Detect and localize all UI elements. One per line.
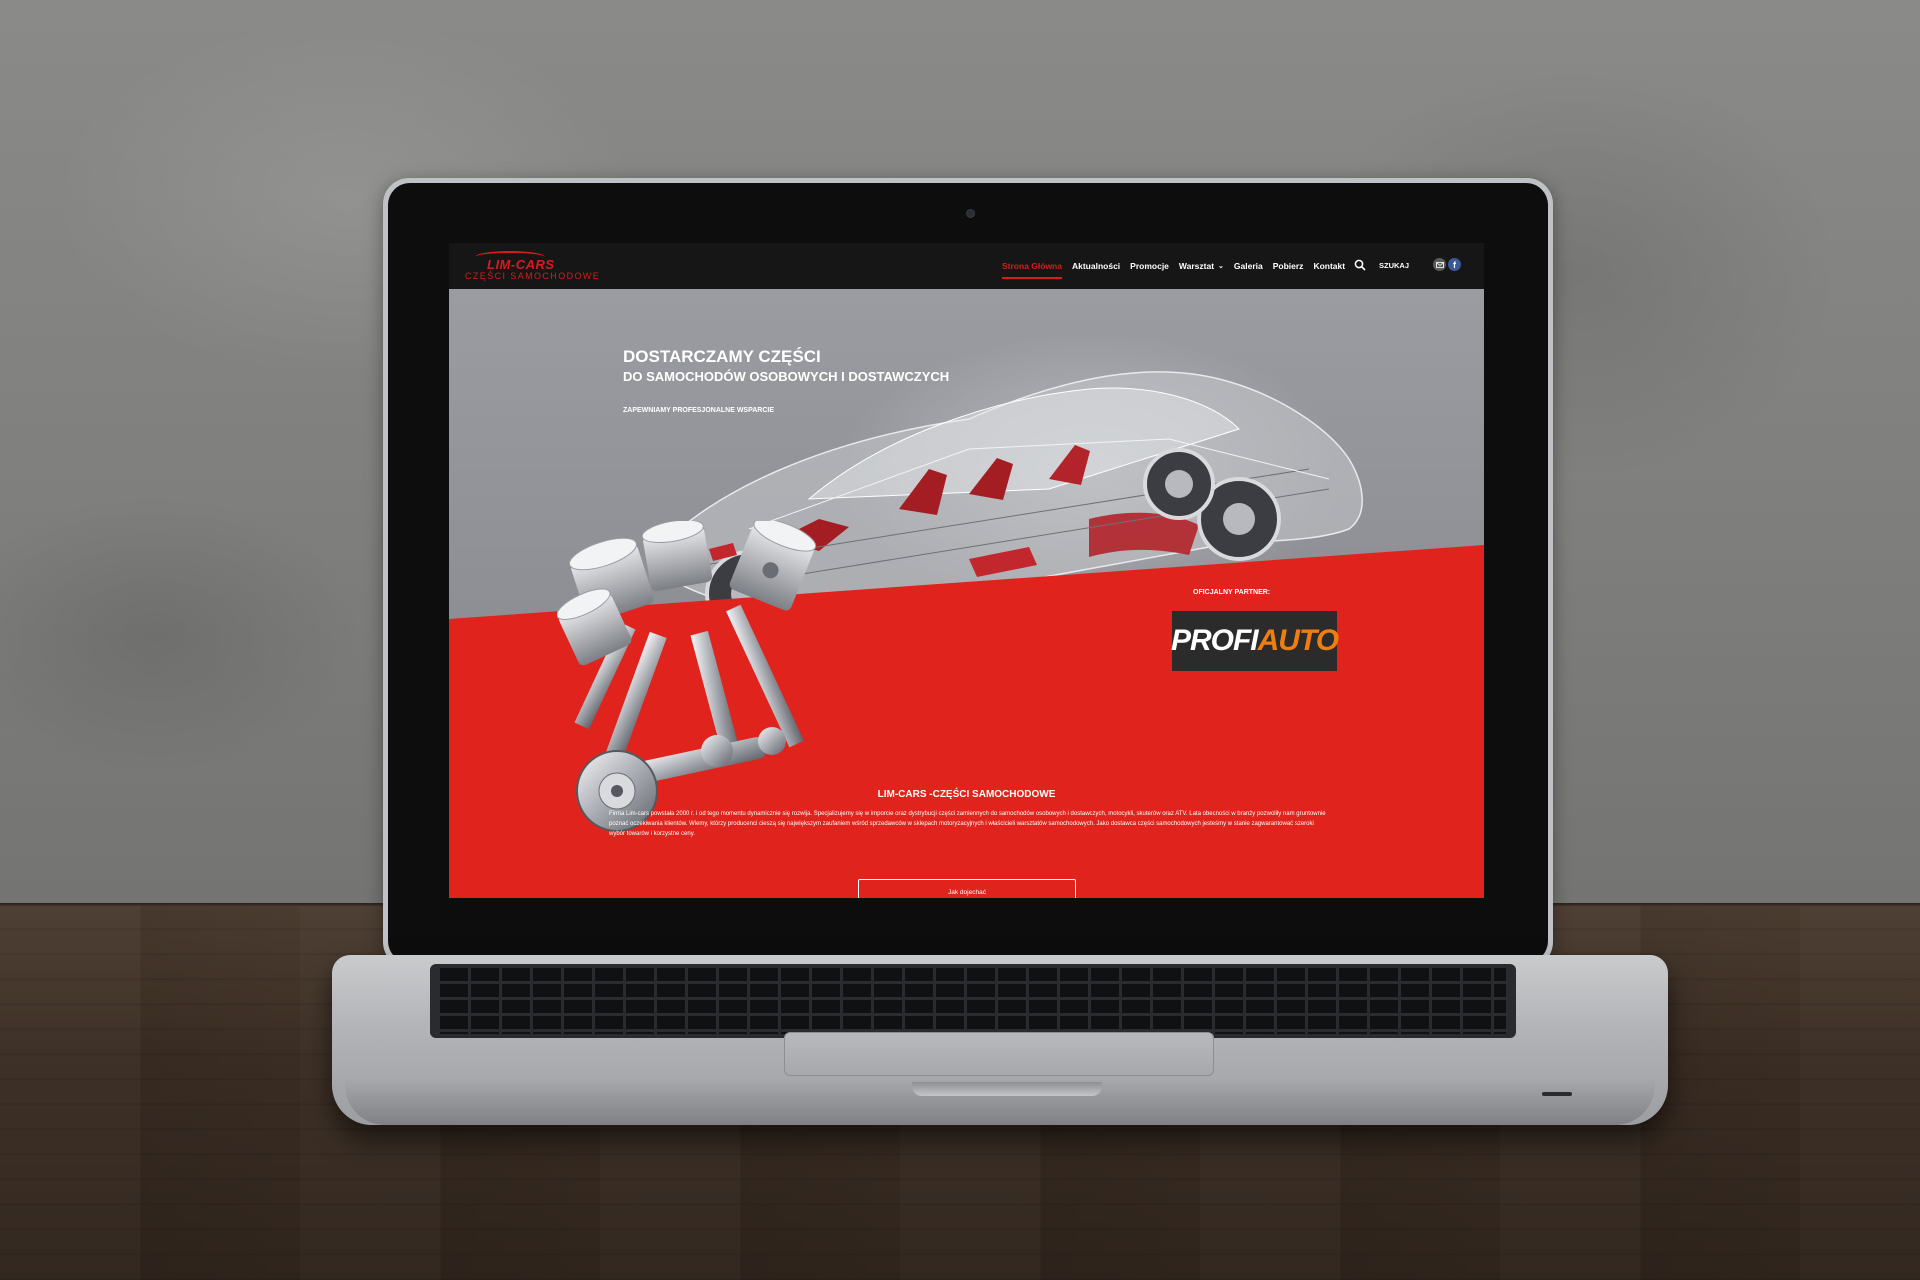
about-title: LIM-CARS -CZĘŚCI SAMOCHODOWE xyxy=(877,789,1056,800)
nav-gallery[interactable]: Galeria xyxy=(1234,243,1263,289)
directions-button[interactable]: Jak dojechać xyxy=(858,879,1076,898)
site-logo[interactable]: LIM-CARS CZĘŚCI SAMOCHODOWE xyxy=(465,249,599,285)
keyboard-keys xyxy=(440,968,1506,1034)
nav-workshop-label: Warsztat xyxy=(1178,261,1215,271)
site-navbar: LIM-CARS CZĘŚCI SAMOCHODOWE Strona Główn… xyxy=(449,243,1484,289)
engine-pistons-illustration xyxy=(557,521,817,832)
nav-news[interactable]: Aktualności xyxy=(1072,243,1120,289)
logo-subtitle: CZĘŚCI SAMOCHODOWE xyxy=(465,271,601,281)
main-menu: Strona Główna Aktualności Promocje Warsz… xyxy=(1002,243,1355,289)
partner-logo-part-a: PROFI xyxy=(1170,624,1259,657)
trackpad xyxy=(784,1032,1214,1076)
search-icon[interactable] xyxy=(1353,258,1367,272)
nav-workshop[interactable]: Warsztat ⌄ xyxy=(1179,243,1224,289)
hero-section: DOSTARCZAMY CZĘŚCI DO SAMOCHODÓW OSOBOWY… xyxy=(449,289,1484,898)
logo-name: LIM-CARS xyxy=(487,257,555,272)
lid-notch xyxy=(912,1082,1102,1096)
nav-promotions[interactable]: Promocje xyxy=(1130,243,1169,289)
status-led xyxy=(1542,1092,1572,1096)
hero-headline: DOSTARCZAMY CZĘŚCI xyxy=(623,347,821,366)
website-screen: DOSTARCZAMY CZĘŚCI DO SAMOCHODÓW OSOBOWY… xyxy=(449,243,1484,898)
mail-icon[interactable] xyxy=(1433,258,1446,271)
partner-logo-part-b: AUTO xyxy=(1257,624,1339,657)
about-text: Firma Lim-cars powstała 2000 r. i od teg… xyxy=(609,811,1326,837)
facebook-icon[interactable]: f xyxy=(1448,258,1461,271)
nav-downloads[interactable]: Pobierz xyxy=(1273,243,1304,289)
nav-contact[interactable]: Kontakt xyxy=(1313,243,1345,289)
hero-tagline: ZAPEWNIAMY PROFESJONALNE WSPARCIE xyxy=(623,407,775,414)
profiauto-partner-logo[interactable]: PROFI AUTO xyxy=(1170,611,1339,671)
partner-label: OFICJALNY PARTNER: xyxy=(1193,589,1271,596)
chevron-down-icon: ⌄ xyxy=(1218,263,1224,270)
search-label[interactable]: SZUKAJ xyxy=(1379,261,1409,270)
hero-subheadline: DO SAMOCHODÓW OSOBOWYCH I DOSTAWCZYCH xyxy=(623,369,950,384)
webcam xyxy=(966,209,975,218)
nav-home[interactable]: Strona Główna xyxy=(1002,243,1062,289)
envelope-glyph xyxy=(1435,261,1444,268)
